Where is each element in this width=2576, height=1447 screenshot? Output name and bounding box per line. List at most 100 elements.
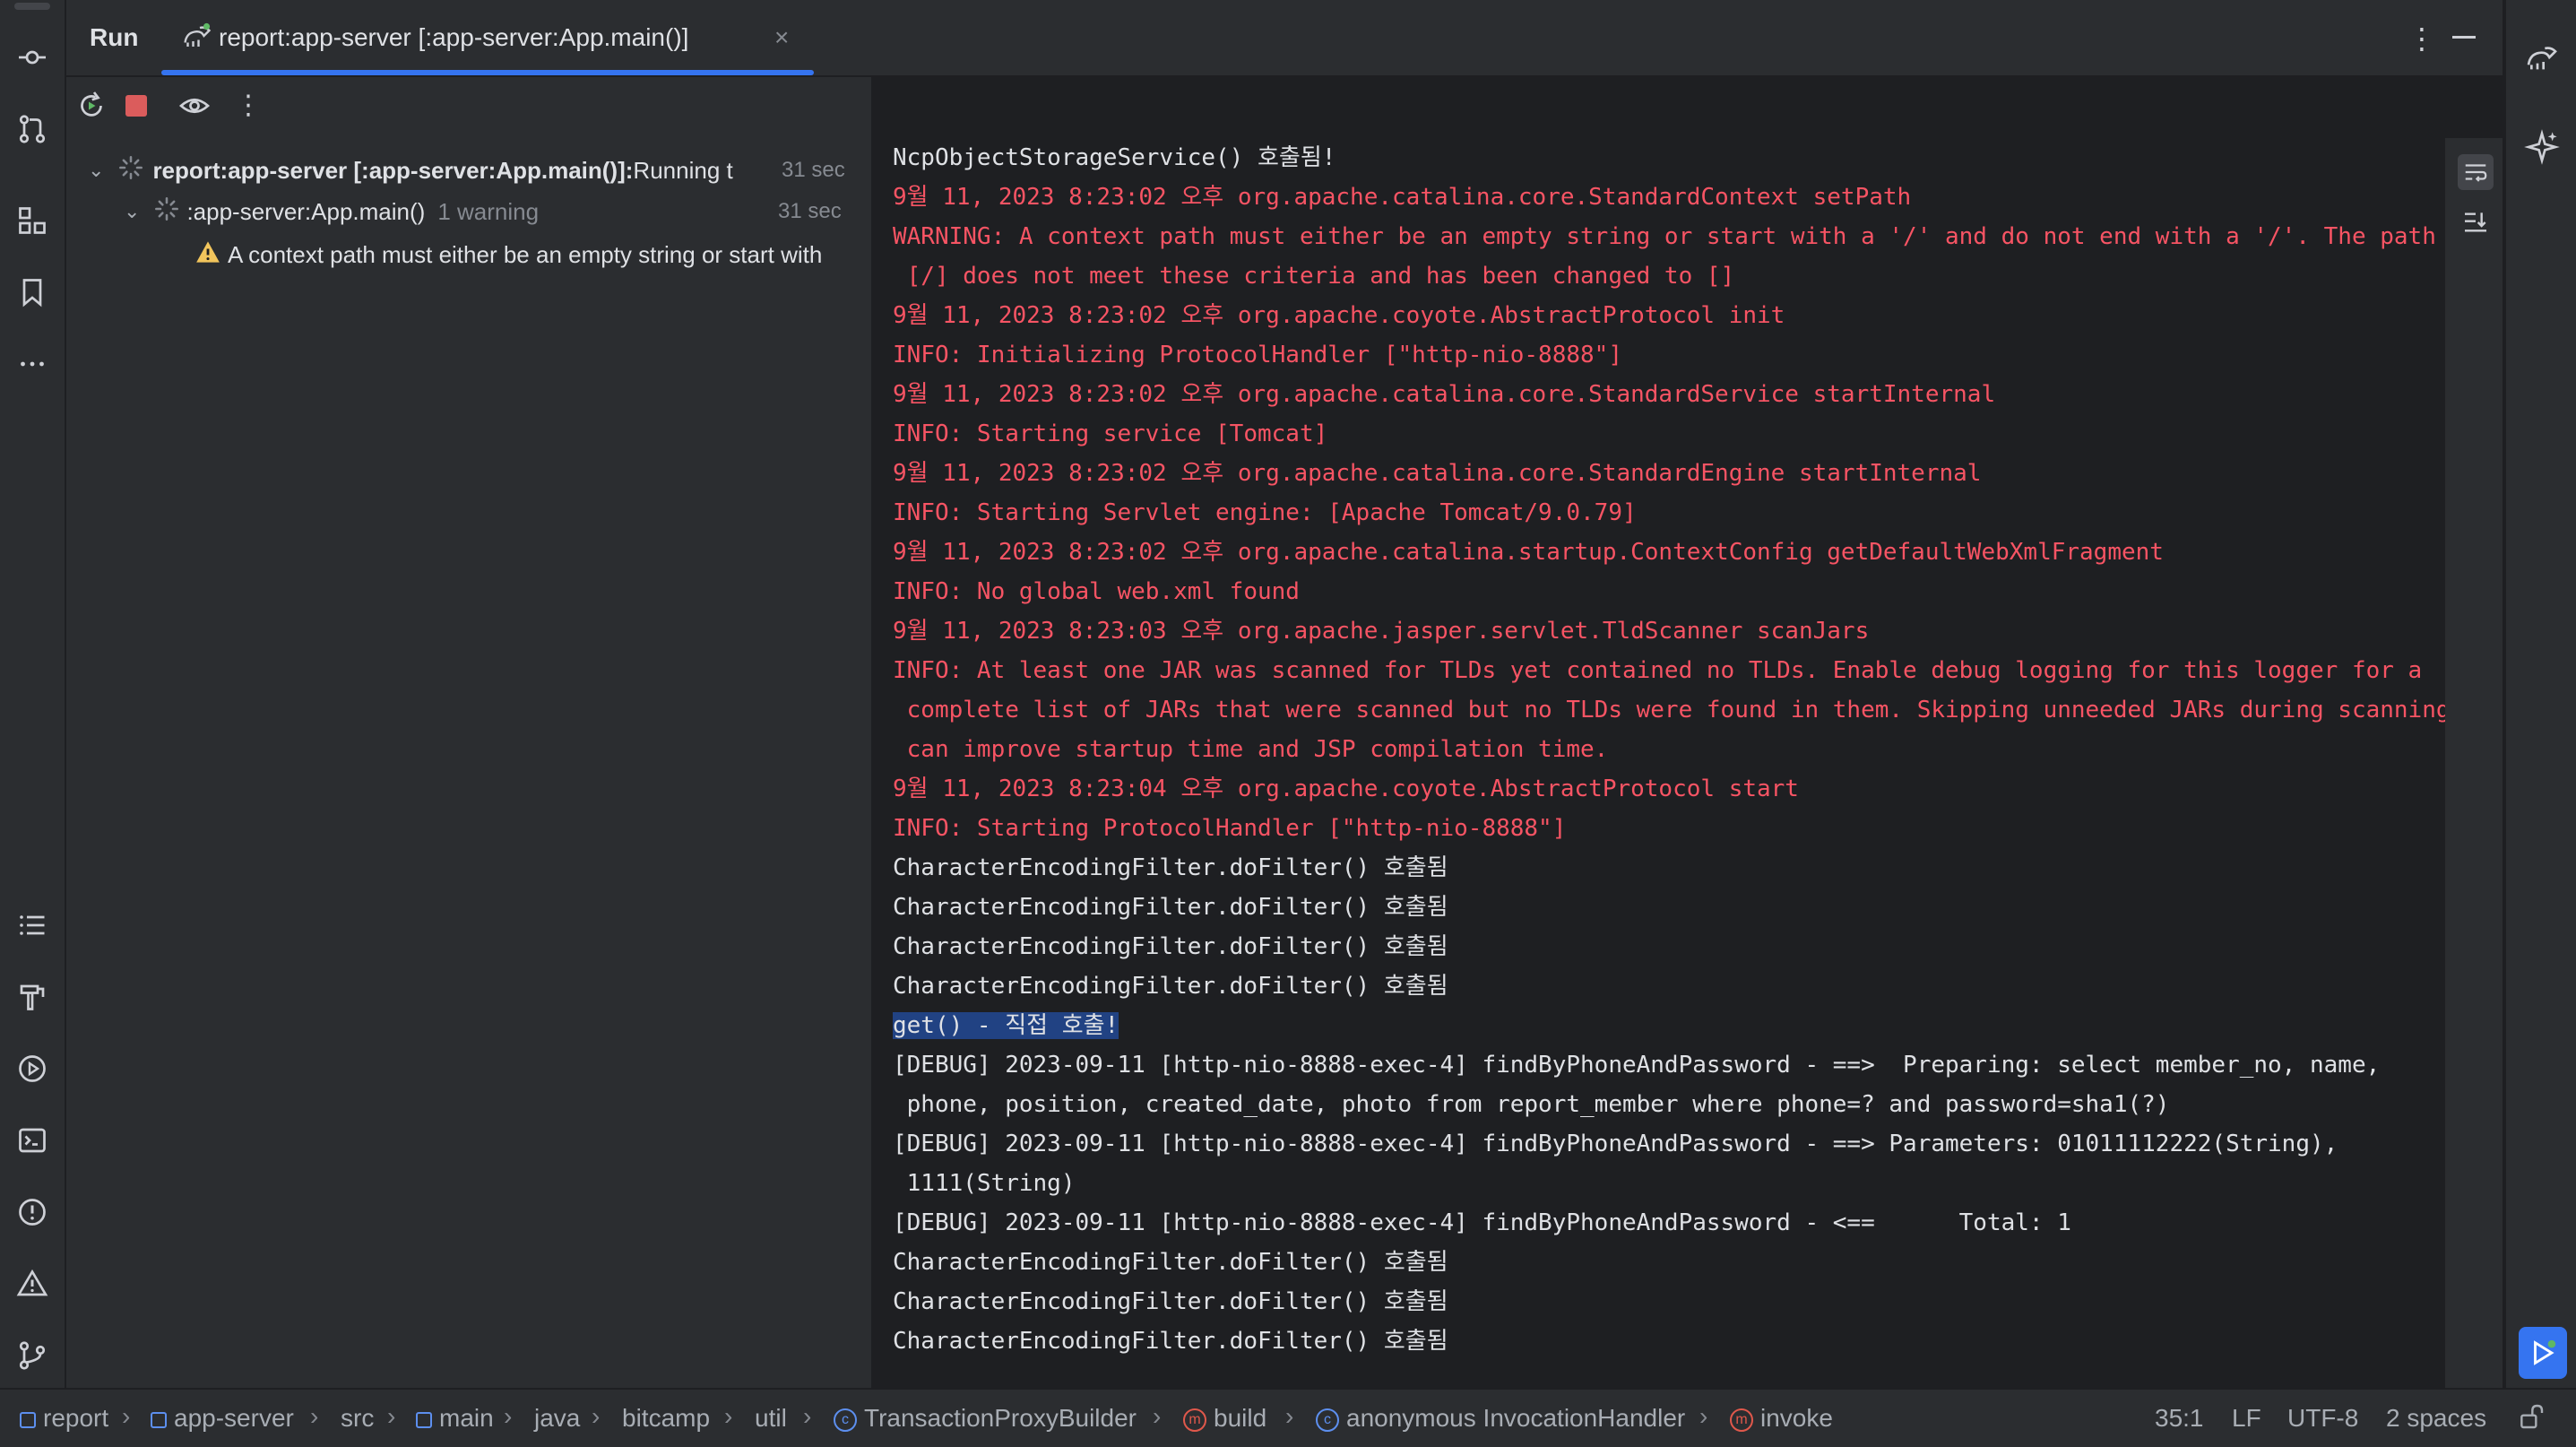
more-icon[interactable] [14,346,50,382]
build-icon[interactable] [14,979,50,1015]
file-encoding[interactable]: UTF-8 [2287,1404,2358,1433]
run-toolbar: ⋮ [66,77,871,138]
tree-child-row[interactable]: ⌄ :app-server:App.main() 1 warning [124,192,539,231]
tree-child-time: 31 sec [778,199,842,223]
tree-root-label: report:app-server [:app-server:App.main(… [152,156,634,184]
toolbar-more-icon[interactable]: ⋮ [235,90,262,121]
breadcrumb-item[interactable]: c TransactionProxyBuilder [834,1404,1137,1433]
tab-label: report:app-server [:app-server:App.main(… [219,23,689,51]
chevron-down-icon[interactable]: ⌄ [124,200,140,223]
run-icon[interactable] [2519,1327,2567,1379]
console-line: NcpObjectStorageService() 호출됨! [893,144,1336,171]
run-tool-window-header: Run report:app-server [:app-server:App.m… [66,0,2503,77]
console-line: CharacterEncodingFilter.doFilter() 호출됨 [893,854,1448,881]
console-line: CharacterEncodingFilter.doFilter() 호출됨 [893,1288,1448,1315]
commit-icon[interactable] [14,39,50,75]
breadcrumb-item[interactable]: c anonymous InvocationHandler [1316,1404,1685,1433]
breadcrumb-item[interactable]: util [755,1404,787,1433]
scroll-to-end-icon[interactable] [2461,208,2490,241]
console-line: INFO: No global web.xml found [893,578,1300,605]
chevron-right-icon: › [310,1402,319,1430]
console-line: WARNING: A context path must either be a… [893,223,2436,250]
console-line: 1111(String) [893,1170,1076,1197]
chevron-right-icon: › [387,1402,396,1430]
gradle-icon [181,20,213,56]
todo-icon[interactable] [14,907,50,943]
chevron-right-icon: › [724,1402,733,1430]
close-icon[interactable]: × [774,23,789,52]
services-icon[interactable] [14,1051,50,1087]
console-line: INFO: Starting ProtocolHandler ["http-ni… [893,815,1567,842]
right-tool-strip [2504,0,2576,1388]
tree-warning-message: A context path must either be an empty s… [228,240,823,268]
rerun-icon[interactable] [75,90,108,126]
breadcrumb-item[interactable]: main [416,1404,494,1433]
console-line: [/] does not meet these criteria and has… [893,263,1735,290]
class-icon: c [1316,1408,1339,1432]
status-bar: report › app-server › src › main › java › bitcamp ›… [0,1388,2576,1447]
warning-triangle-icon [195,240,220,270]
left-tool-strip [0,0,66,1388]
tree-child-label: :app-server:App.main() [186,197,426,225]
console-line: 9월 11, 2023 8:23:02 오후 org.apache.catali… [893,460,1982,487]
console-line: CharacterEncodingFilter.doFilter() 호출됨 [893,933,1448,960]
more-options-icon[interactable]: ⋮ [2407,22,2436,56]
console-line: INFO: Starting service [Tomcat] [893,420,1328,447]
structure-icon[interactable] [14,203,50,238]
spinner-icon [118,155,143,186]
tree-root-status: Running t [633,156,733,184]
console-line: CharacterEncodingFilter.doFilter() 호출됨 [893,894,1448,921]
tool-window-title: Run [90,23,139,51]
warning-icon[interactable] [14,1266,50,1302]
breadcrumb-item[interactable]: java [534,1404,580,1433]
git-icon[interactable] [14,1338,50,1373]
chevron-down-icon[interactable]: ⌄ [88,159,104,182]
top-indicator [14,2,50,11]
bookmarks-icon[interactable] [14,274,50,310]
console-line: 9월 11, 2023 8:23:02 오후 org.apache.catali… [893,381,1996,408]
ai-assistant-icon[interactable] [2524,129,2560,169]
console-line: INFO: At least one JAR was scanned for T… [893,657,2423,684]
breadcrumb-item[interactable]: m build [1183,1404,1266,1433]
console-side-toolbar [2445,138,2503,1388]
tree-warning-row[interactable]: A context path must either be an empty s… [195,235,822,274]
breadcrumb-item[interactable]: report [20,1404,108,1433]
chevron-right-icon: › [592,1402,601,1430]
method-icon: m [1183,1408,1206,1432]
console-line: [DEBUG] 2023-09-11 [http-nio-8888-exec-4… [893,1052,2381,1079]
console-line: 9월 11, 2023 8:23:02 오후 org.apache.coyote… [893,302,1785,329]
breadcrumb-item[interactable]: bitcamp [622,1404,710,1433]
breadcrumb-item[interactable]: app-server [151,1404,294,1433]
tab-run-configuration[interactable]: report:app-server [:app-server:App.main(… [161,0,814,75]
lock-icon[interactable] [2517,1402,2546,1435]
console-line: INFO: Initializing ProtocolHandler ["htt… [893,342,1622,368]
console-line: INFO: Starting Servlet engine: [Apache T… [893,499,1637,526]
tab-active-indicator [161,70,814,75]
method-icon: m [1730,1408,1753,1432]
terminal-icon[interactable] [14,1122,50,1158]
gradle-icon[interactable] [2524,39,2560,80]
line-separator[interactable]: LF [2232,1404,2261,1433]
indent-setting[interactable]: 2 spaces [2386,1404,2486,1433]
console-top-area [873,77,2504,138]
tree-root-row[interactable]: ⌄ report:app-server [:app-server:App.mai… [88,151,733,190]
soft-wrap-icon[interactable] [2458,154,2494,190]
chevron-right-icon: › [803,1402,812,1430]
minimize-icon[interactable] [2452,36,2476,39]
spinner-icon [154,196,179,228]
module-icon [20,1411,36,1428]
breadcrumb-item[interactable]: m invoke [1730,1404,1833,1433]
pull-requests-icon[interactable] [14,111,50,147]
caret-position[interactable]: 35:1 [2155,1404,2204,1433]
console-output[interactable]: NcpObjectStorageService() 호출됨! 9월 11, 202… [873,138,2445,1388]
eye-icon[interactable] [177,90,212,126]
breadcrumb-item[interactable]: src [341,1404,374,1433]
problems-icon[interactable] [14,1194,50,1230]
console-line: get() - 직접 호출! [893,1012,1119,1039]
console-line: CharacterEncodingFilter.doFilter() 호출됨 [893,1328,1448,1355]
console-line: CharacterEncodingFilter.doFilter() 호출됨 [893,1249,1448,1276]
console-line: phone, position, created_date, photo fro… [893,1091,2170,1118]
console-line: complete list of JARs that were scanned … [893,697,2445,724]
console-line: 9월 11, 2023 8:23:02 오후 org.apache.catali… [893,184,1912,211]
stop-icon[interactable] [125,95,147,117]
